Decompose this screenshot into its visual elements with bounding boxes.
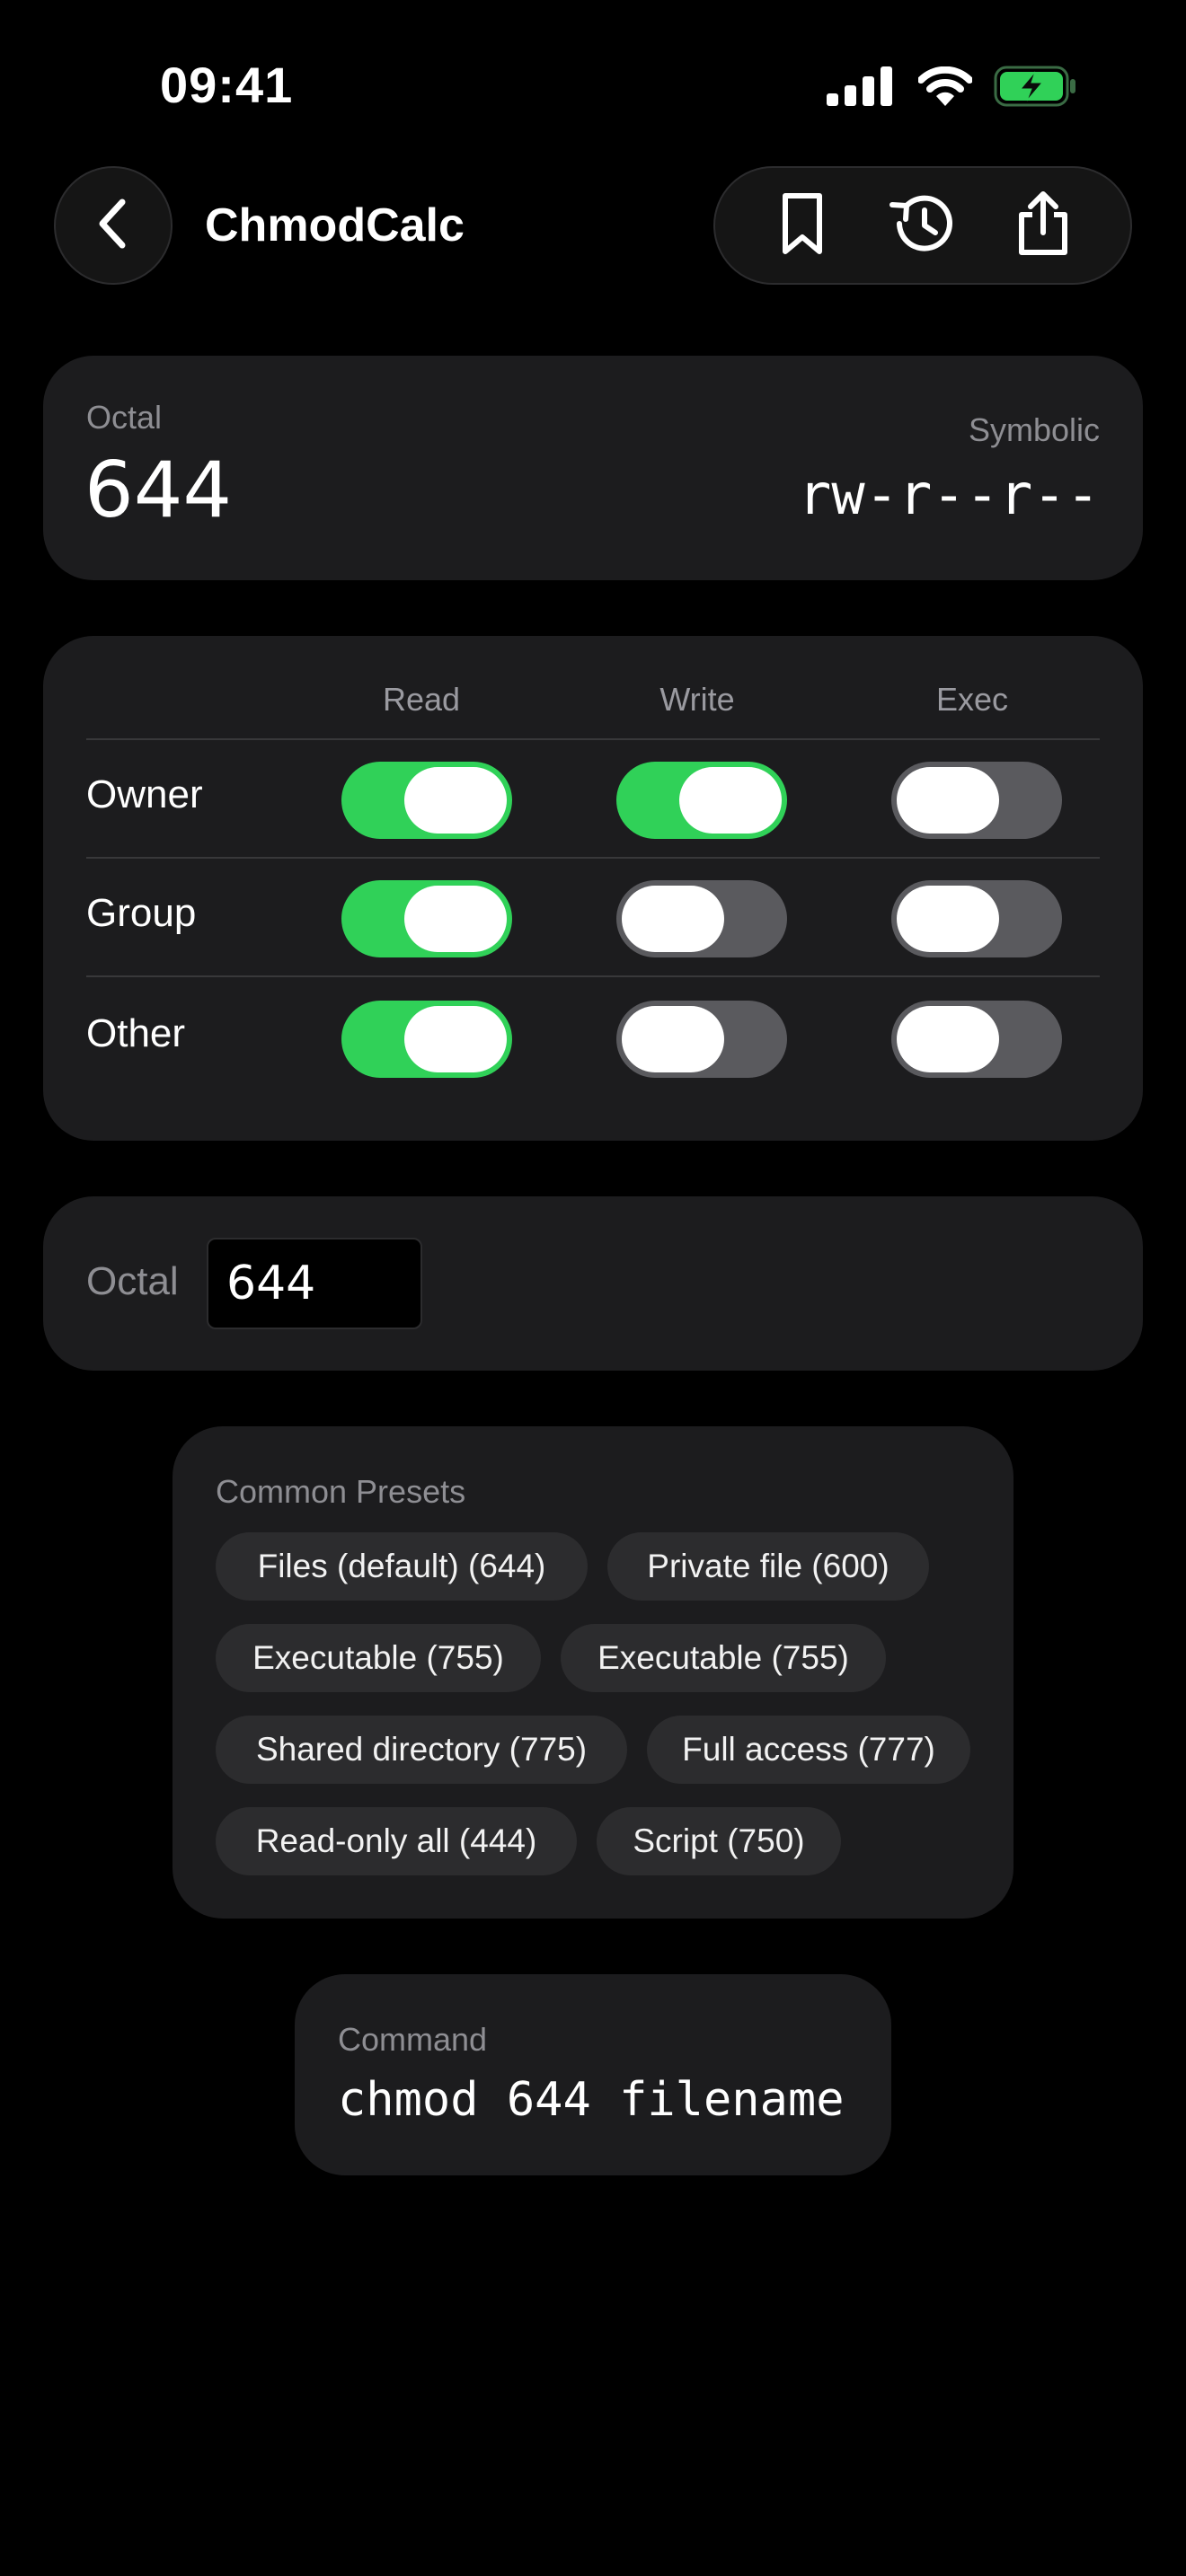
result-card: Octal 644 Symbolic rw-r--r-- bbox=[43, 356, 1143, 580]
app-title: ChmodCalc bbox=[205, 199, 465, 251]
toggle-knob bbox=[679, 767, 782, 834]
row-label-owner: Owner bbox=[86, 772, 203, 816]
preset-chip[interactable]: Read-only all (444) bbox=[216, 1807, 577, 1875]
preset-chip[interactable]: Executable (755) bbox=[216, 1624, 541, 1692]
octal-input[interactable] bbox=[207, 1238, 422, 1329]
column-header-exec: Exec bbox=[935, 681, 1009, 718]
octal-result-value: 644 bbox=[84, 446, 233, 535]
nav-actions bbox=[713, 166, 1132, 285]
wifi-icon bbox=[917, 66, 973, 110]
preset-chip[interactable]: Files (default) (644) bbox=[216, 1532, 588, 1601]
toggle-owner-exec[interactable] bbox=[891, 762, 1062, 839]
toggle-knob bbox=[404, 886, 507, 952]
row-label-other: Other bbox=[86, 1011, 186, 1055]
presets-card: Common Presets Files (default) (644) Pri… bbox=[173, 1426, 1013, 1919]
toggle-knob bbox=[622, 886, 724, 952]
status-bar: 09:41 bbox=[0, 0, 1186, 171]
preset-chip[interactable]: Shared directory (775) bbox=[216, 1716, 627, 1784]
battery-charging-icon bbox=[994, 65, 1078, 112]
octal-input-label: Octal bbox=[86, 1259, 179, 1303]
history-button[interactable] bbox=[873, 176, 972, 275]
toggle-owner-read[interactable] bbox=[341, 762, 512, 839]
preset-chip[interactable]: Private file (600) bbox=[607, 1532, 929, 1601]
bookmark-icon bbox=[780, 192, 825, 260]
toggle-owner-write[interactable] bbox=[616, 762, 787, 839]
octal-input-card: Octal bbox=[43, 1196, 1143, 1371]
symbolic-value: rw-r--r-- bbox=[798, 462, 1100, 527]
toggle-other-read[interactable] bbox=[341, 1001, 512, 1078]
preset-chip[interactable]: Full access (777) bbox=[647, 1716, 970, 1784]
divider bbox=[86, 857, 1100, 859]
row-label-group: Group bbox=[86, 891, 197, 935]
navigation-bar: ChmodCalc bbox=[0, 166, 1186, 285]
octal-result-label: Octal bbox=[86, 399, 163, 436]
status-time: 09:41 bbox=[160, 57, 294, 113]
toggle-knob bbox=[404, 1006, 507, 1072]
share-button[interactable] bbox=[994, 176, 1093, 275]
signal-icon bbox=[825, 66, 897, 110]
toggle-knob bbox=[897, 767, 999, 834]
toggle-group-read[interactable] bbox=[341, 880, 512, 957]
toggle-other-exec[interactable] bbox=[891, 1001, 1062, 1078]
divider bbox=[86, 975, 1100, 977]
presets-title: Common Presets bbox=[216, 1473, 466, 1510]
permissions-grid: Read Write Exec Owner Group Other bbox=[43, 636, 1143, 1141]
command-label: Command bbox=[338, 2021, 488, 2058]
back-chevron-icon bbox=[92, 197, 135, 255]
toggle-knob bbox=[622, 1006, 724, 1072]
preset-chip[interactable]: Script (750) bbox=[597, 1807, 841, 1875]
share-icon bbox=[1014, 190, 1072, 262]
back-button[interactable] bbox=[54, 166, 173, 285]
toggle-group-write[interactable] bbox=[616, 880, 787, 957]
divider bbox=[86, 738, 1100, 740]
command-card: Command chmod 644 filename bbox=[295, 1974, 891, 2175]
toggle-knob bbox=[897, 1006, 999, 1072]
column-header-read: Read bbox=[382, 681, 461, 718]
history-icon bbox=[889, 192, 957, 260]
column-header-write: Write bbox=[659, 681, 735, 718]
toggle-group-exec[interactable] bbox=[891, 880, 1062, 957]
symbolic-label: Symbolic bbox=[968, 411, 1100, 448]
command-value[interactable]: chmod 644 filename bbox=[338, 2073, 845, 2127]
toggle-knob bbox=[897, 886, 999, 952]
toggle-other-write[interactable] bbox=[616, 1001, 787, 1078]
toggle-knob bbox=[404, 767, 507, 834]
bookmark-button[interactable] bbox=[753, 176, 852, 275]
status-icons bbox=[825, 65, 1078, 112]
preset-chip[interactable]: Executable (755) bbox=[561, 1624, 886, 1692]
